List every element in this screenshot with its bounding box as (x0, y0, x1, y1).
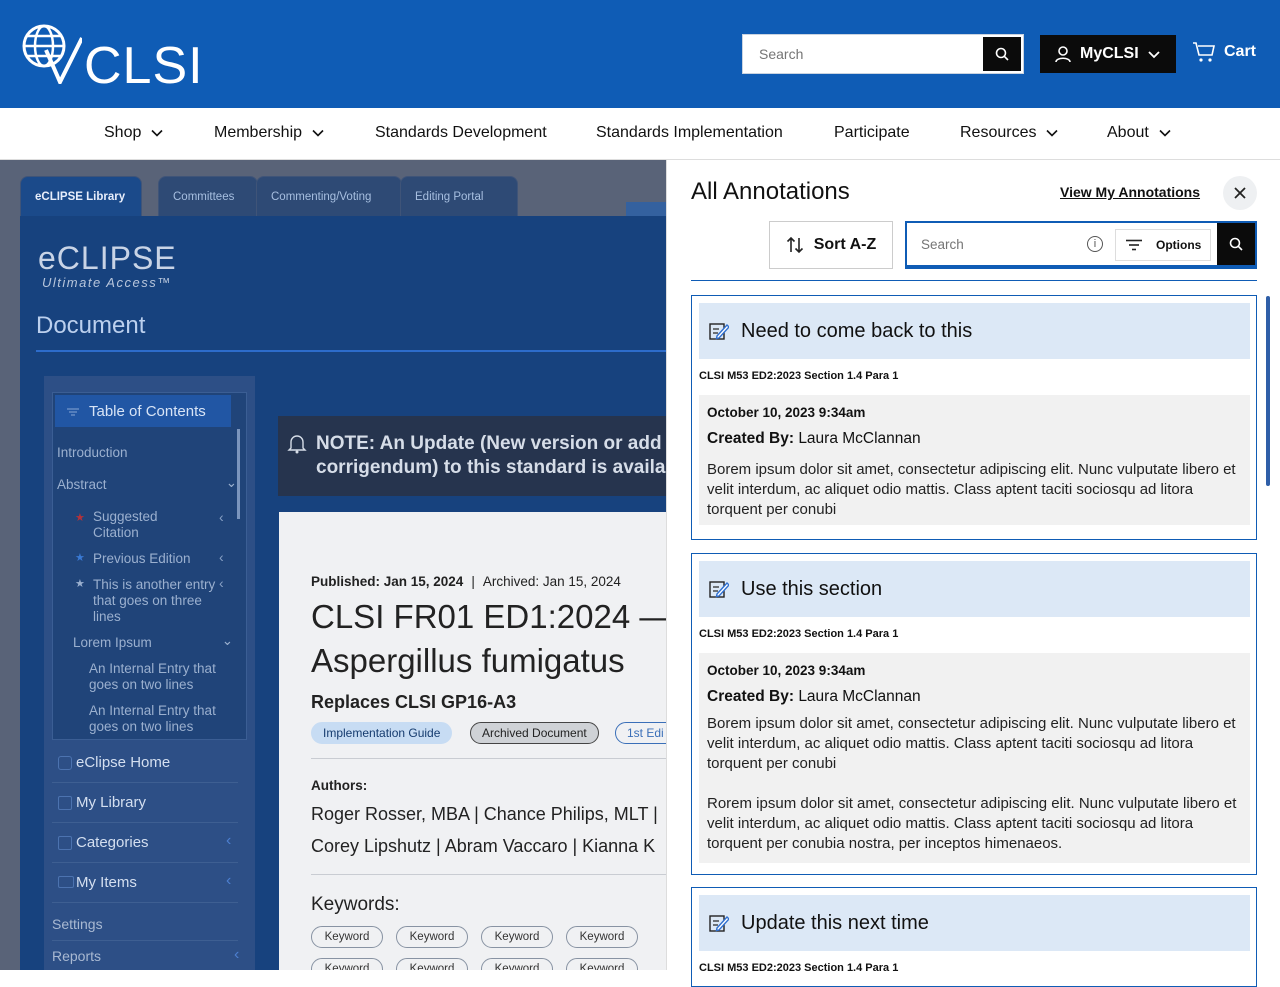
chevron-down-icon (151, 129, 163, 137)
annotation-date: October 10, 2023 9:34am (707, 405, 866, 420)
chevron-down-icon (1148, 51, 1160, 59)
close-icon (1234, 187, 1246, 199)
sort-button[interactable]: Sort A-Z (769, 221, 893, 269)
nav-membership[interactable]: Membership (214, 124, 324, 142)
nav-standards-implementation[interactable]: Standards Implementation (596, 124, 783, 142)
annotation-title: Update this next time (741, 911, 929, 934)
nav-resources[interactable]: Resources (960, 124, 1059, 142)
nav-membership-label: Membership (214, 124, 303, 141)
nav-participate[interactable]: Participate (834, 124, 910, 142)
cart-icon (1193, 42, 1215, 62)
nav-shop-label: Shop (104, 124, 142, 141)
annotations-panel: All Annotations View My Annotations Sort… (666, 160, 1280, 987)
annotation-header[interactable]: Update this next time (699, 895, 1250, 951)
info-icon[interactable]: i (1087, 236, 1103, 252)
panel-divider (691, 280, 1257, 281)
annotation-text: Rorem ipsum dolor sit amet, consectetur … (707, 795, 1237, 852)
annotation-date: October 10, 2023 9:34am (707, 663, 866, 678)
edit-note-icon (709, 915, 729, 932)
nav-participate-label: Participate (834, 124, 910, 141)
library-page: eCLIPSE Library Committees Commenting/Vo… (0, 160, 666, 970)
annotation-reference[interactable]: CLSI M53 ED2:2023 Section 1.4 Para 1 (699, 628, 898, 640)
annotation-card: Use this section CLSI M53 ED2:2023 Secti… (691, 553, 1257, 875)
site-search-button[interactable] (983, 37, 1021, 71)
view-my-annotations-link[interactable]: View My Annotations (1060, 184, 1200, 200)
close-panel-button[interactable] (1223, 176, 1257, 210)
search-icon (995, 47, 1009, 61)
nav-standards-implementation-label: Standards Implementation (596, 124, 783, 141)
edit-note-icon (709, 581, 729, 598)
filter-icon (1126, 239, 1142, 251)
annotation-text: Borem ipsum dolor sit amet, consectetur … (707, 715, 1236, 772)
sort-icon (786, 236, 803, 254)
created-by-label: Created By: (707, 430, 794, 447)
annotation-author: Created By: Laura McClannan (707, 430, 1242, 448)
options-label: Options (1156, 238, 1202, 252)
annotation-search-button[interactable] (1217, 223, 1255, 265)
site-search (742, 34, 1024, 74)
created-by-name: Laura McClannan (798, 688, 921, 705)
annotation-reference[interactable]: CLSI M53 ED2:2023 Section 1.4 Para 1 (699, 962, 898, 974)
panel-scrollbar[interactable] (1266, 296, 1270, 486)
myclsi-account-button[interactable]: MyCLSI (1040, 35, 1176, 73)
search-icon (1229, 237, 1243, 251)
user-icon (1055, 46, 1071, 63)
cart-button[interactable]: Cart (1192, 40, 1256, 64)
clsi-logo[interactable]: CLSI (22, 24, 203, 95)
annotation-header[interactable]: Need to come back to this (699, 303, 1250, 359)
annotation-search-input[interactable] (907, 223, 1077, 265)
globe-icon (22, 24, 82, 84)
annotation-author: Created By: Laura McClannan (707, 688, 1242, 706)
cart-label: Cart (1224, 43, 1257, 60)
modal-backdrop[interactable] (0, 160, 666, 970)
created-by-label: Created By: (707, 688, 794, 705)
annotation-card: Update this next time CLSI M53 ED2:2023 … (691, 887, 1257, 987)
chevron-down-icon (312, 129, 324, 137)
nav-standards-development[interactable]: Standards Development (375, 124, 547, 142)
annotation-card: Need to come back to this CLSI M53 ED2:2… (691, 295, 1257, 540)
annotation-text: Borem ipsum dolor sit amet, consectetur … (707, 461, 1236, 518)
annotation-reference[interactable]: CLSI M53 ED2:2023 Section 1.4 Para 1 (699, 370, 898, 382)
annotation-header[interactable]: Use this section (699, 561, 1250, 617)
logo-text: CLSI (84, 37, 204, 95)
myclsi-label: MyCLSI (1080, 45, 1139, 62)
nav-resources-label: Resources (960, 124, 1037, 141)
annotation-body: October 10, 2023 9:34am Created By: Laur… (699, 395, 1250, 525)
nav-about[interactable]: About (1107, 124, 1171, 142)
chevron-down-icon (1159, 129, 1171, 137)
nav-standards-development-label: Standards Development (375, 124, 547, 141)
site-header: CLSI MyCLSI Cart (0, 0, 1280, 108)
chevron-down-icon (1046, 129, 1059, 137)
annotation-title: Need to come back to this (741, 319, 973, 342)
annotation-search: i Options (905, 221, 1257, 269)
nav-about-label: About (1107, 124, 1149, 141)
annotation-body: October 10, 2023 9:34am Created By: Laur… (699, 653, 1250, 863)
options-button[interactable]: Options (1115, 229, 1211, 261)
annotation-title: Use this section (741, 577, 883, 600)
edit-note-icon (709, 323, 729, 340)
main-nav: Shop Membership Standards Development St… (0, 108, 1280, 160)
site-search-input[interactable] (743, 35, 983, 73)
created-by-name: Laura McClannan (798, 430, 921, 447)
sort-label: Sort A-Z (813, 236, 877, 253)
nav-shop[interactable]: Shop (104, 124, 163, 142)
panel-title: All Annotations (691, 178, 850, 205)
